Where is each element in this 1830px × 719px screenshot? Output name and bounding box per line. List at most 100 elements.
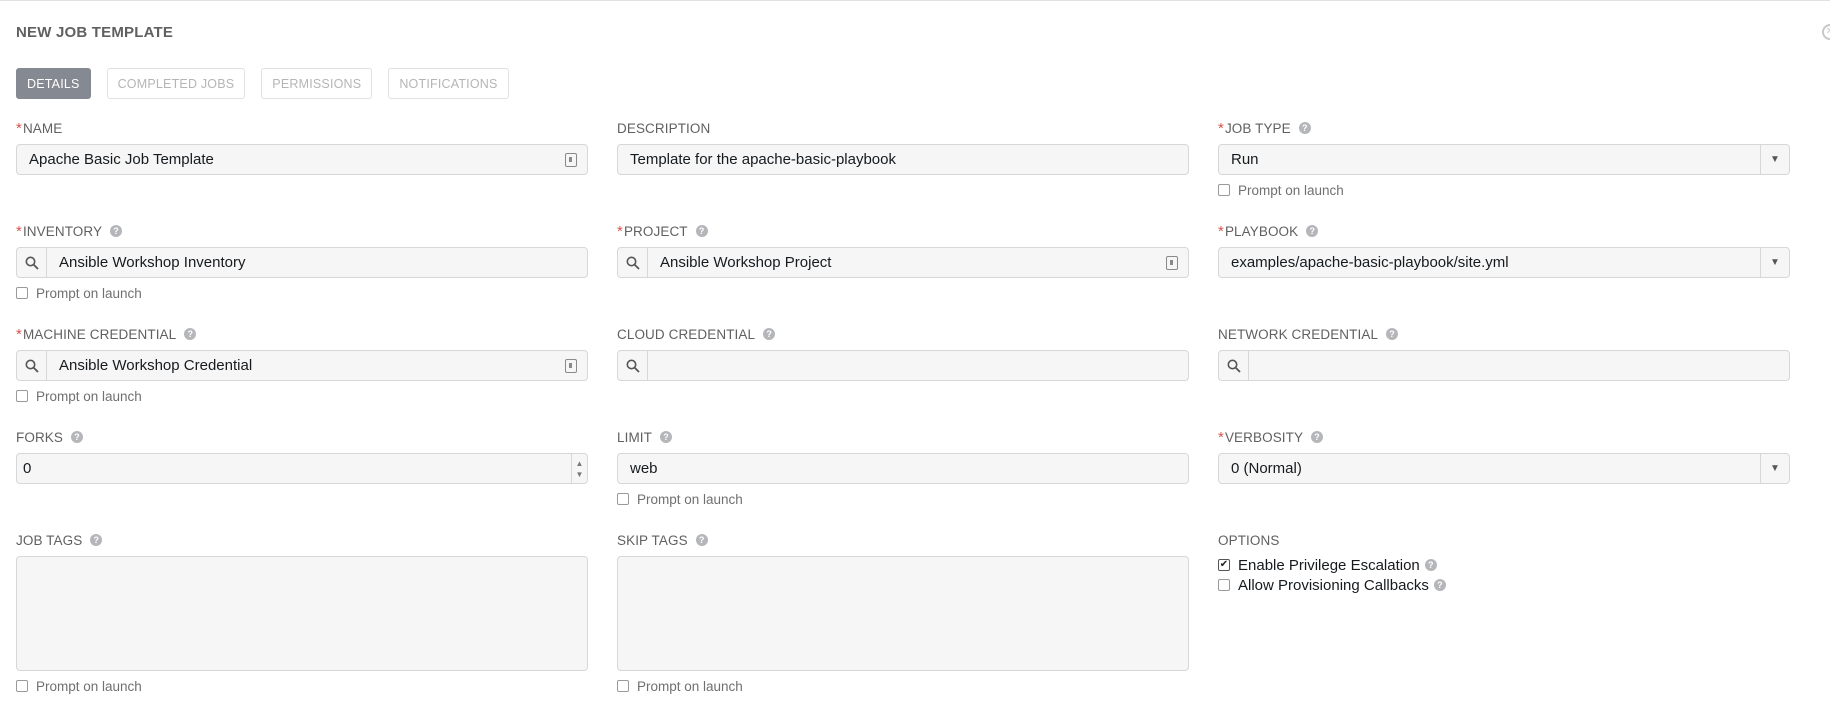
provisioning-callbacks-checkbox[interactable] bbox=[1218, 579, 1230, 591]
help-icon[interactable]: ? bbox=[1311, 431, 1324, 443]
tab-notifications[interactable]: NOTIFICATIONS bbox=[388, 68, 509, 99]
forks-spinner[interactable]: ▲ ▼ bbox=[571, 454, 587, 483]
help-icon[interactable]: ? bbox=[695, 534, 708, 546]
options-field-group: OPTIONS ✔ Enable Privilege Escalation ? … bbox=[1218, 531, 1790, 595]
options-label: OPTIONS bbox=[1218, 532, 1280, 548]
skip-tags-prompt-checkbox[interactable] bbox=[617, 680, 629, 692]
job-type-value: Run bbox=[1231, 151, 1259, 168]
project-field-group: * PROJECT? Ansible Workshop Project bbox=[617, 222, 1189, 278]
job-tags-textarea[interactable] bbox=[16, 556, 588, 671]
page-title: NEW JOB TEMPLATE bbox=[16, 24, 174, 41]
required-asterisk: * bbox=[1218, 222, 1224, 240]
verbosity-select[interactable]: 0 (Normal) ▼ bbox=[1218, 453, 1790, 484]
project-label: PROJECT bbox=[623, 223, 688, 239]
playbook-select[interactable]: examples/apache-basic-playbook/site.yml … bbox=[1218, 247, 1790, 278]
job-type-prompt-checkbox[interactable] bbox=[1218, 184, 1230, 196]
tab-bar: DETAILS COMPLETED JOBS PERMISSIONS NOTIF… bbox=[16, 68, 509, 99]
required-asterisk: * bbox=[1218, 428, 1224, 446]
cloud-credential-label: CLOUD CREDENTIAL bbox=[617, 326, 756, 342]
inventory-prompt-checkbox[interactable] bbox=[16, 287, 28, 299]
search-icon[interactable] bbox=[17, 248, 47, 277]
forks-input[interactable]: 0 ▲ ▼ bbox=[16, 453, 588, 484]
key-icon[interactable] bbox=[1166, 255, 1178, 270]
machine-credential-label: MACHINE CREDENTIAL bbox=[22, 326, 177, 342]
description-input[interactable]: Template for the apache-basic-playbook bbox=[617, 144, 1189, 175]
option-privilege-escalation[interactable]: ✔ Enable Privilege Escalation ? bbox=[1218, 555, 1790, 575]
description-field-group: DESCRIPTION Template for the apache-basi… bbox=[617, 119, 1189, 175]
help-icon[interactable]: ? bbox=[71, 431, 84, 443]
prompt-on-launch-label: Prompt on launch bbox=[36, 285, 142, 301]
machine-credential-value: Ansible Workshop Credential bbox=[59, 357, 253, 374]
chevron-down-icon[interactable]: ▼ bbox=[576, 469, 584, 480]
help-icon[interactable]: ? bbox=[1433, 579, 1446, 591]
forks-value: 0 bbox=[23, 460, 32, 477]
machine-credential-field-group: * MACHINE CREDENTIAL? Ansible Workshop Cr… bbox=[16, 325, 588, 404]
tab-details[interactable]: DETAILS bbox=[16, 68, 91, 99]
limit-input[interactable]: web bbox=[617, 453, 1189, 484]
job-tags-field-group: JOB TAGS? Prompt on launch bbox=[16, 531, 588, 694]
job-tags-label: JOB TAGS bbox=[16, 532, 83, 548]
cloud-credential-field-group: CLOUD CREDENTIAL? bbox=[617, 325, 1189, 381]
inventory-label: INVENTORY bbox=[22, 223, 103, 239]
chevron-down-icon[interactable]: ▼ bbox=[1760, 454, 1789, 483]
prompt-on-launch-label: Prompt on launch bbox=[1238, 182, 1344, 198]
tab-completed-jobs[interactable]: COMPLETED JOBS bbox=[106, 68, 246, 99]
cloud-credential-input[interactable] bbox=[617, 350, 1189, 381]
playbook-field-group: * PLAYBOOK? examples/apache-basic-playboo… bbox=[1218, 222, 1790, 278]
tab-permissions[interactable]: PERMISSIONS bbox=[261, 68, 373, 99]
help-icon[interactable]: ? bbox=[90, 534, 103, 546]
description-value: Template for the apache-basic-playbook bbox=[630, 151, 896, 168]
help-icon[interactable]: ? bbox=[763, 328, 776, 340]
provisioning-callbacks-label: Allow Provisioning Callbacks bbox=[1238, 576, 1429, 594]
top-border bbox=[0, 0, 1830, 3]
skip-tags-textarea[interactable] bbox=[617, 556, 1189, 671]
key-icon[interactable] bbox=[565, 358, 577, 373]
inventory-input[interactable]: Ansible Workshop Inventory bbox=[16, 247, 588, 278]
project-input[interactable]: Ansible Workshop Project bbox=[617, 247, 1189, 278]
option-provisioning-callbacks[interactable]: Allow Provisioning Callbacks ? bbox=[1218, 575, 1790, 595]
required-asterisk: * bbox=[16, 119, 22, 137]
verbosity-field-group: * VERBOSITY? 0 (Normal) ▼ bbox=[1218, 428, 1790, 484]
search-icon[interactable] bbox=[17, 351, 47, 380]
help-icon[interactable]: ? bbox=[695, 225, 708, 237]
help-icon[interactable]: ? bbox=[1386, 328, 1399, 340]
name-input[interactable]: Apache Basic Job Template bbox=[16, 144, 588, 175]
prompt-on-launch-label: Prompt on launch bbox=[36, 678, 142, 694]
privilege-escalation-checkbox[interactable]: ✔ bbox=[1218, 559, 1230, 571]
job-type-select[interactable]: Run ▼ bbox=[1218, 144, 1790, 175]
limit-prompt-checkbox[interactable] bbox=[617, 493, 629, 505]
project-value: Ansible Workshop Project bbox=[660, 254, 832, 271]
search-icon[interactable] bbox=[1219, 351, 1249, 380]
required-asterisk: * bbox=[1218, 119, 1224, 137]
help-icon[interactable]: ? bbox=[1298, 122, 1311, 134]
help-icon[interactable]: ? bbox=[660, 431, 673, 443]
verbosity-value: 0 (Normal) bbox=[1231, 460, 1302, 477]
search-icon[interactable] bbox=[618, 248, 648, 277]
chevron-up-icon[interactable]: ▲ bbox=[576, 458, 584, 469]
machine-credential-input[interactable]: Ansible Workshop Credential bbox=[16, 350, 588, 381]
help-icon[interactable]: ? bbox=[110, 225, 123, 237]
close-icon[interactable]: ✕ bbox=[1822, 24, 1830, 40]
description-label: DESCRIPTION bbox=[617, 120, 711, 136]
chevron-down-icon[interactable]: ▼ bbox=[1760, 145, 1789, 174]
chevron-down-icon[interactable]: ▼ bbox=[1760, 248, 1789, 277]
help-icon[interactable]: ? bbox=[184, 328, 197, 340]
key-icon[interactable] bbox=[565, 152, 577, 167]
playbook-value: examples/apache-basic-playbook/site.yml bbox=[1231, 254, 1509, 271]
job-type-label: JOB TYPE bbox=[1224, 120, 1291, 136]
help-icon[interactable]: ? bbox=[1306, 225, 1319, 237]
required-asterisk: * bbox=[16, 222, 22, 240]
job-tags-prompt-checkbox[interactable] bbox=[16, 680, 28, 692]
inventory-value: Ansible Workshop Inventory bbox=[59, 254, 246, 271]
help-icon[interactable]: ? bbox=[1424, 559, 1437, 571]
prompt-on-launch-label: Prompt on launch bbox=[36, 388, 142, 404]
required-asterisk: * bbox=[16, 325, 22, 343]
network-credential-input[interactable] bbox=[1218, 350, 1790, 381]
prompt-on-launch-label: Prompt on launch bbox=[637, 678, 743, 694]
name-field-group: * NAME Apache Basic Job Template bbox=[16, 119, 588, 175]
search-icon[interactable] bbox=[618, 351, 648, 380]
limit-label: LIMIT bbox=[617, 429, 653, 445]
limit-value: web bbox=[630, 460, 658, 477]
network-credential-label: NETWORK CREDENTIAL bbox=[1218, 326, 1379, 342]
machine-credential-prompt-checkbox[interactable] bbox=[16, 390, 28, 402]
